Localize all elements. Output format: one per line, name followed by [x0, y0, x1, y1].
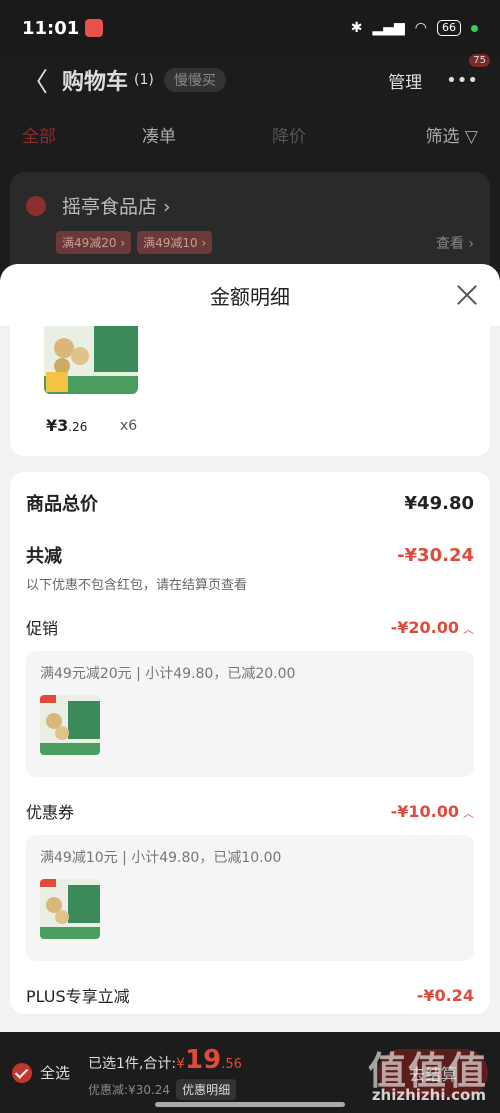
amount-detail-sheet: 金额明细 ¥3.26 x6 商品总价 ¥49.80 共减 -¥30.24 以下优…: [0, 264, 500, 1032]
amount-breakdown: 商品总价 ¥49.80 共减 -¥30.24 以下优惠不包含红包，请在结算页查看…: [10, 472, 490, 1014]
coupon-detail-box: 满49减10元 | 小计49.80，已减10.00: [26, 835, 474, 961]
coupon-product-thumbnail[interactable]: [40, 879, 100, 939]
product-quantity: x6: [120, 418, 138, 434]
status-time: 11:01: [22, 17, 80, 39]
reduce-note: 以下优惠不包含红包，请在结算页查看: [26, 578, 248, 593]
tab-bar: 全部 凑单 降价 筛选 ▽: [0, 104, 500, 164]
total-price: ¥19.56: [176, 1045, 242, 1075]
summary-label: 已选1件,合计:: [88, 1056, 177, 1072]
promo-tag[interactable]: 满49减10 ›: [137, 231, 213, 254]
watermark-url: zhizhizhi.com: [371, 1086, 486, 1104]
price-integer: 19: [185, 1045, 222, 1075]
discount-text: 优惠减:¥30.24: [88, 1083, 171, 1097]
tab-all[interactable]: 全部: [22, 122, 142, 147]
promo-section-header[interactable]: 促销 -¥20.00 ︿: [26, 615, 474, 639]
home-indicator[interactable]: [155, 1102, 345, 1107]
page-title: 购物车: [62, 70, 129, 95]
bluetooth-icon: ✱: [350, 20, 363, 36]
select-all-label[interactable]: 全选: [40, 1062, 70, 1083]
manage-button[interactable]: 管理: [388, 68, 422, 93]
filter-icon: ▽: [464, 126, 478, 147]
promo-value: -¥20.00: [390, 617, 459, 637]
price-symbol: ¥: [176, 1056, 186, 1072]
sheet-title: 金额明细: [210, 284, 290, 309]
product-thumbnail-icon: [40, 695, 100, 755]
slow-buy-button[interactable]: 慢慢买: [163, 68, 226, 92]
store-name[interactable]: 摇亭食品店 ›: [62, 192, 171, 219]
product-thumbnail-icon: [44, 326, 138, 394]
more-badge: 75: [469, 53, 490, 67]
coupon-value: -¥10.00: [390, 801, 459, 821]
app-notification-icon: [85, 19, 104, 37]
status-bar: 11:01 ✱ ▂▄▆ ◠ 66: [0, 0, 500, 56]
tab-filter-label: 筛选: [425, 126, 460, 147]
tab-filter[interactable]: 筛选 ▽: [426, 122, 478, 147]
select-all-checkbox[interactable]: [12, 1062, 32, 1083]
price-main: ¥3: [46, 416, 69, 435]
back-icon[interactable]: 〈: [22, 62, 48, 99]
summary-block: 已选1件,合计: ¥19.56 优惠减:¥30.24 优惠明细: [88, 1045, 242, 1100]
coupon-line: 满49减10元 | 小计49.80，已减10.00: [40, 850, 282, 866]
promo-detail-box: 满49元减20元 | 小计49.80，已减20.00: [26, 651, 474, 777]
product-image[interactable]: [44, 326, 138, 394]
battery-icon: 66: [437, 20, 461, 36]
tab-cou[interactable]: 凑单: [142, 122, 272, 147]
nav-bar: 〈 购物车 (1) 慢慢买 管理 ••• 75: [0, 53, 500, 104]
price-decimal: .26: [68, 420, 88, 434]
total-value: ¥49.80: [404, 492, 474, 514]
cart-page-background: 〈 购物车 (1) 慢慢买 管理 ••• 75 全部 凑单 降价 筛选 ▽ 摇亭食…: [0, 53, 500, 296]
wifi-icon: ◠: [414, 20, 427, 36]
promo-label: 促销: [26, 619, 59, 638]
tab-price-drop[interactable]: 降价: [272, 122, 412, 147]
close-icon[interactable]: [454, 282, 480, 308]
discount-detail-button[interactable]: 优惠明细: [176, 1079, 237, 1100]
coupon-section-header[interactable]: 优惠券 -¥10.00 ︿: [26, 799, 474, 823]
product-thumbnail-icon: [40, 879, 100, 939]
promo-tag[interactable]: 满49减20 ›: [56, 231, 132, 254]
reduce-label: 共减: [26, 546, 62, 567]
chevron-up-icon: ︿: [463, 622, 474, 636]
view-link[interactable]: 查看 ›: [436, 233, 474, 253]
status-icons: ✱ ▂▄▆ ◠ 66: [351, 20, 478, 36]
plus-value: -¥0.24: [416, 985, 474, 1005]
promo-product-thumbnail[interactable]: [40, 695, 100, 755]
cart-count: (1): [134, 72, 154, 88]
total-label: 商品总价: [26, 494, 98, 515]
plus-label: PLUS专享立减: [26, 987, 130, 1006]
more-icon[interactable]: ••• 75: [446, 53, 490, 91]
sheet-header: 金额明细: [0, 264, 500, 326]
signal-icon: ▂▄▆: [372, 20, 405, 36]
promo-line: 满49元减20元 | 小计49.80，已减20.00: [40, 666, 296, 682]
price-decimal: .56: [221, 1057, 242, 1072]
coupon-label: 优惠券: [26, 803, 75, 822]
product-price: ¥3.26: [46, 416, 87, 435]
chevron-up-icon: ︿: [463, 806, 474, 820]
product-card: ¥3.26 x6: [10, 326, 490, 456]
store-checkbox[interactable]: [26, 195, 46, 216]
privacy-dot-icon: [471, 24, 478, 32]
reduce-value: -¥30.24: [397, 544, 474, 566]
